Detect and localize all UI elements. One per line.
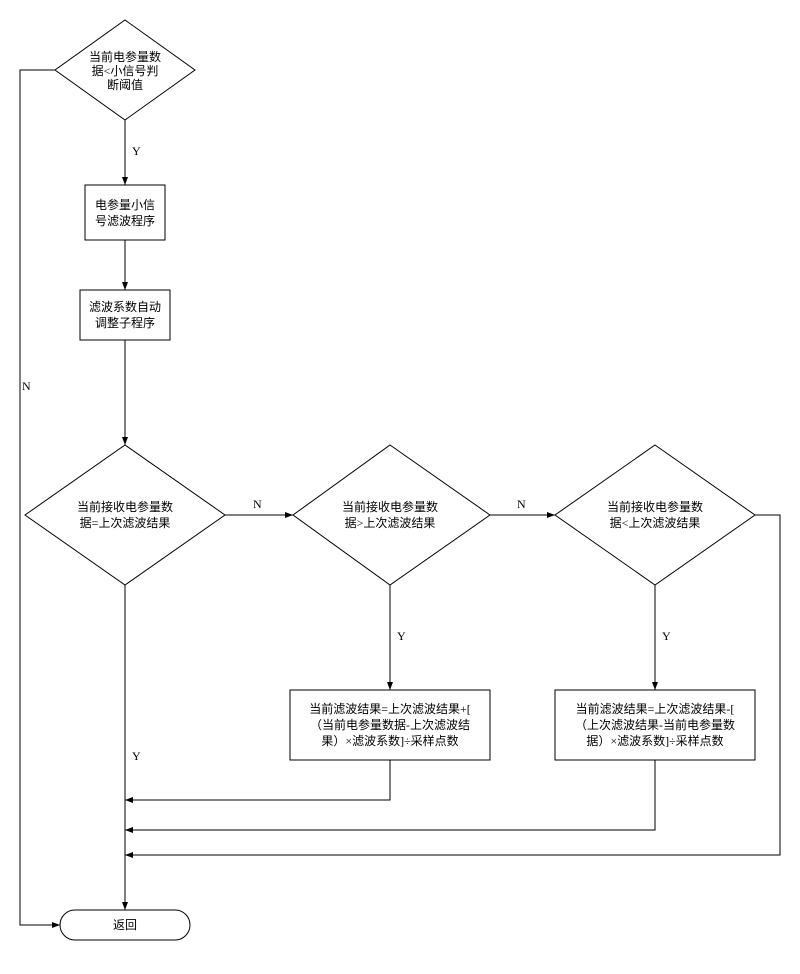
process-decrease-filter: 当前滤波结果=上次滤波结果-[ （上次滤波结果-当前电参量数 据）×滤波系数]÷… bbox=[555, 690, 755, 760]
process-coef-adjust: 滤波系数自动 调整子程序 bbox=[80, 290, 170, 340]
p2-line1: 滤波系数自动 bbox=[89, 299, 161, 314]
p3-line3: 果）×滤波系数]÷采样点数 bbox=[321, 733, 458, 748]
flowchart: 当前电参量数 据<小信号判 断阈值 Y N 电参量小信 号滤波程序 滤波系数自动… bbox=[0, 0, 800, 974]
label-d4-yes: Y bbox=[662, 629, 671, 643]
decision-less: 当前接收电参量数 据<上次滤波结果 bbox=[555, 445, 755, 585]
end-label: 返回 bbox=[113, 918, 137, 932]
d1-line3: 断阈值 bbox=[107, 77, 143, 92]
d4-line1: 当前接收电参量数 bbox=[607, 499, 703, 514]
p2-line2: 调整子程序 bbox=[95, 315, 155, 330]
d3-line2: 据>上次滤波结果 bbox=[345, 516, 436, 530]
p3-line1: 当前滤波结果=上次滤波结果+[ bbox=[309, 701, 471, 716]
decision-greater: 当前接收电参量数 据>上次滤波结果 bbox=[293, 445, 490, 585]
d3-line1: 当前接收电参量数 bbox=[342, 499, 438, 514]
p4-line2: （上次滤波结果-当前电参量数 bbox=[575, 717, 735, 732]
label-d3-no: N bbox=[517, 497, 526, 511]
p4-line1: 当前滤波结果=上次滤波结果-[ bbox=[576, 701, 735, 716]
edge-p3-merge bbox=[125, 760, 390, 800]
p3-line2: （当前电参量数据-上次滤波结 bbox=[310, 717, 470, 732]
d2-line1: 当前接收电参量数 bbox=[77, 499, 173, 514]
d4-line2: 据<上次滤波结果 bbox=[610, 516, 701, 530]
label-d3-yes: Y bbox=[397, 629, 406, 643]
terminator-return: 返回 bbox=[60, 910, 190, 940]
label-d1-yes: Y bbox=[132, 144, 141, 158]
p1-line2: 号滤波程序 bbox=[95, 213, 155, 228]
label-d2-no: N bbox=[253, 497, 262, 511]
decision-equal: 当前接收电参量数 据=上次滤波结果 bbox=[25, 445, 225, 585]
process-increase-filter: 当前滤波结果=上次滤波结果+[ （当前电参量数据-上次滤波结 果）×滤波系数]÷… bbox=[290, 690, 490, 760]
process-small-signal-filter: 电参量小信 号滤波程序 bbox=[85, 185, 165, 240]
d1-line1: 当前电参量数 bbox=[89, 49, 161, 64]
d1-line2: 据<小信号判 bbox=[92, 64, 159, 78]
label-d1-no: N bbox=[22, 379, 31, 393]
label-d2-yes: Y bbox=[132, 749, 141, 763]
p4-line3: 据）×滤波系数]÷采样点数 bbox=[586, 733, 723, 748]
decision-threshold: 当前电参量数 据<小信号判 断阈值 bbox=[55, 20, 195, 120]
d2-line2: 据=上次滤波结果 bbox=[80, 516, 171, 530]
p1-line1: 电参量小信 bbox=[95, 197, 155, 212]
